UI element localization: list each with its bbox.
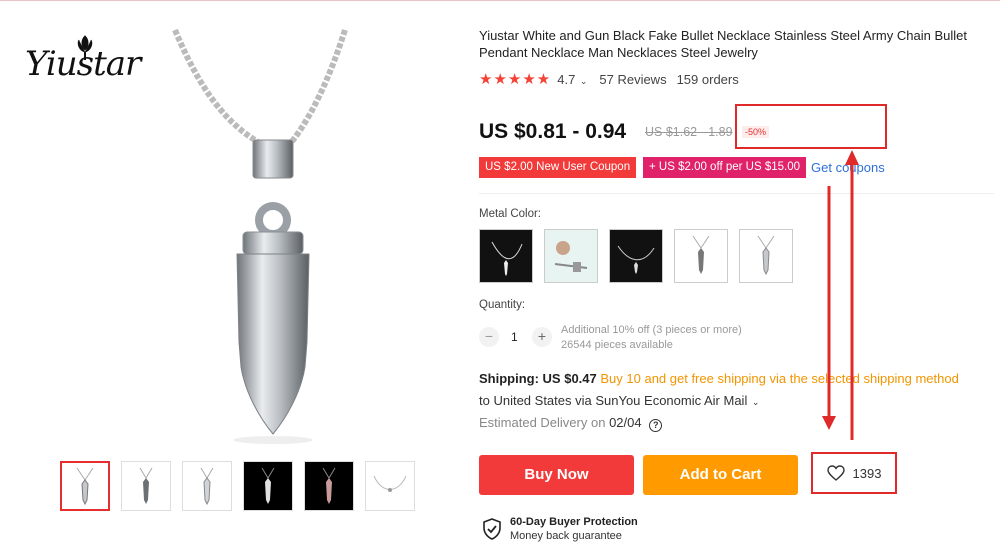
annotation-arrows <box>822 150 859 440</box>
